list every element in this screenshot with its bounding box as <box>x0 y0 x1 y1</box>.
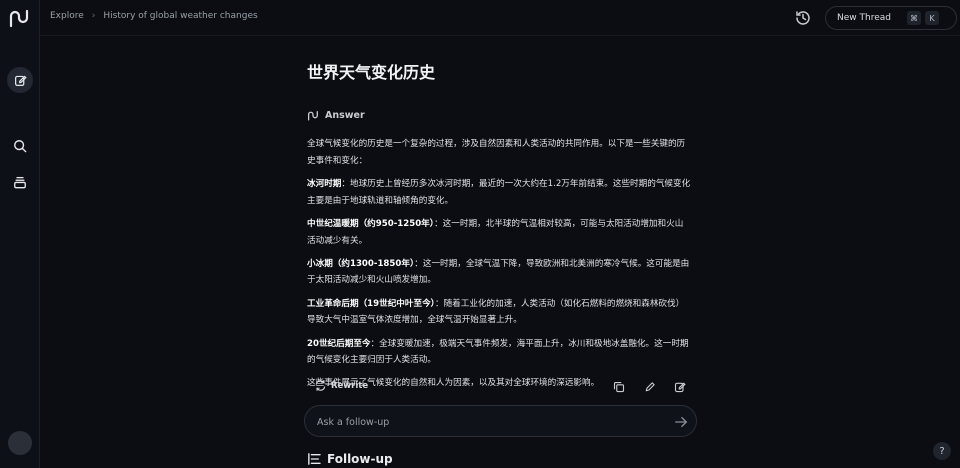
paragraph-heading: 工业革命后期（19世纪中叶至今） <box>307 298 435 309</box>
answer-logo-icon <box>307 110 320 121</box>
send-button[interactable] <box>674 415 688 429</box>
rewrite-button[interactable]: Rewrite <box>315 380 368 391</box>
copy-button[interactable] <box>613 381 625 393</box>
history-icon <box>794 9 812 27</box>
search-icon <box>13 139 27 153</box>
paragraph-heading: 中世纪温暖期（约950-1250年） <box>307 218 435 229</box>
answer-actions: Rewrite <box>306 380 698 396</box>
sidebar <box>0 0 40 468</box>
paragraph-heading: 冰河时期 <box>307 178 342 189</box>
logo-icon[interactable] <box>8 8 32 28</box>
arrow-right-icon <box>674 415 688 429</box>
answer-header: Answer <box>307 110 365 121</box>
edit-square-icon <box>674 381 686 393</box>
answer-label: Answer <box>325 110 365 121</box>
avatar[interactable] <box>8 431 32 455</box>
paragraph-heading: 小冰期（约1300-1850年） <box>307 258 415 269</box>
follow-up-heading: Follow-up <box>307 452 393 466</box>
pencil-icon <box>644 381 656 393</box>
rewrite-icon <box>315 380 326 391</box>
paragraph-text: ：地球历史上曾经历多次冰河时期，最近的一次大约在1.2万年前结束。这些时期的气候… <box>307 178 691 206</box>
copy-icon <box>613 381 625 393</box>
answer-paragraph: 全球气候变化的历史是一个复杂的过程，涉及自然因素和人类活动的共同作用。以下是一些… <box>307 136 691 169</box>
rewrite-label: Rewrite <box>331 380 369 391</box>
stack-icon <box>13 175 27 189</box>
answer-paragraph: 冰河时期：地球历史上曾经历多次冰河时期，最近的一次大约在1.2万年前结束。这些时… <box>307 176 691 209</box>
new-thread-label: New Thread <box>837 13 891 23</box>
answer-paragraph: 中世纪温暖期（约950-1250年）：这一时期，北半球的气温相对较高，可能与太阳… <box>307 216 691 249</box>
library-sidebar-button[interactable] <box>7 169 33 195</box>
follow-up-title: Follow-up <box>327 452 393 466</box>
shortcut-k-key: K <box>925 11 939 25</box>
follow-up-input[interactable] <box>317 414 657 430</box>
new-thread-sidebar-button[interactable] <box>7 67 33 93</box>
search-sidebar-button[interactable] <box>7 133 33 159</box>
paragraph-heading: 20世纪后期至今 <box>307 338 371 349</box>
share-edit-button[interactable] <box>674 381 686 393</box>
chevron-right-icon: › <box>91 11 96 21</box>
edit-icon <box>14 74 27 87</box>
edit-query-button[interactable] <box>644 381 656 393</box>
list-icon <box>307 453 321 465</box>
page-title: 世界天气变化历史 <box>307 63 436 82</box>
answer-paragraph: 20世纪后期至今：全球变暖加速，极端天气事件频发，海平面上升，冰川和极地冰盖融化… <box>307 336 691 369</box>
answer-paragraph: 小冰期（约1300-1850年）：这一时期，全球气温下降，导致欧洲和北美洲的寒冷… <box>307 256 691 289</box>
follow-up-box <box>304 405 697 437</box>
top-bar: Explore › History of global weather chan… <box>40 0 960 36</box>
answer-content: 全球气候变化的历史是一个复杂的过程，涉及自然因素和人类活动的共同作用。以下是一些… <box>307 136 691 399</box>
breadcrumb-current: History of global weather changes <box>103 11 258 21</box>
new-thread-button[interactable]: New Thread ⌘ K <box>825 6 957 30</box>
breadcrumb: Explore › History of global weather chan… <box>50 11 258 21</box>
history-button[interactable] <box>794 9 812 27</box>
answer-paragraph: 工业革命后期（19世纪中叶至今）：随着工业化的加速，人类活动（如化石燃料的燃烧和… <box>307 296 691 329</box>
paragraph-text: 全球气候变化的历史是一个复杂的过程，涉及自然因素和人类活动的共同作用。以下是一些… <box>307 139 686 166</box>
breadcrumb-explore-link[interactable]: Explore <box>50 11 84 21</box>
shortcut-command-key: ⌘ <box>907 11 921 25</box>
help-button[interactable]: ? <box>933 442 951 460</box>
